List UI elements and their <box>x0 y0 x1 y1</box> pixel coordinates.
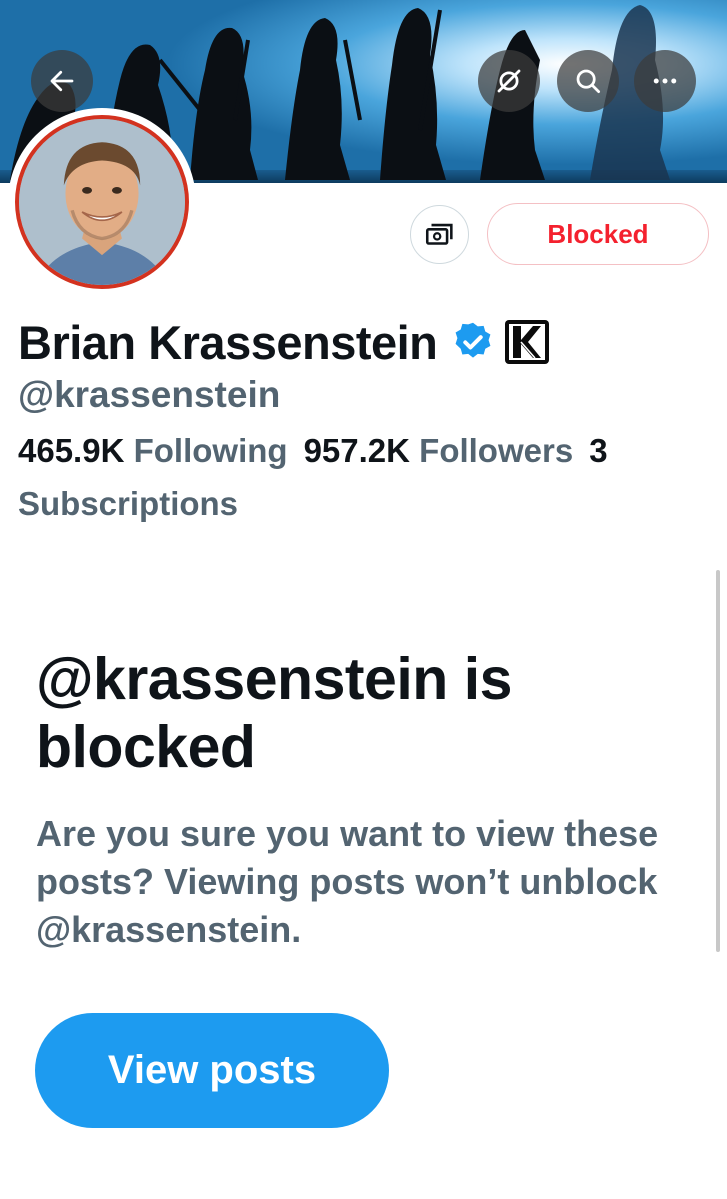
avatar[interactable] <box>15 115 189 289</box>
verified-badge-icon[interactable] <box>451 320 495 364</box>
subscriptions-label: Subscriptions <box>18 485 239 522</box>
search-icon <box>576 69 600 93</box>
money-icon <box>425 223 453 245</box>
back-button[interactable] <box>31 50 93 112</box>
view-posts-button[interactable]: View posts <box>35 1013 389 1128</box>
handle: @krassenstein <box>18 374 281 415</box>
display-name: Brian Krassenstein <box>18 315 438 369</box>
following-link[interactable]: 465.9K Following <box>18 432 288 469</box>
blocked-notice-message: Are you sure you want to view these post… <box>36 813 659 950</box>
following-label: Following <box>133 432 288 469</box>
followers-count: 957.2K <box>303 432 410 469</box>
more-horizontal-icon <box>653 78 677 84</box>
avatar-image <box>19 119 185 285</box>
search-button[interactable] <box>557 50 619 112</box>
blocked-button[interactable]: Blocked <box>487 203 709 265</box>
blocked-notice-title: @krassenstein is blocked <box>36 646 512 780</box>
name-row: Brian Krassenstein <box>18 312 551 372</box>
affiliate-badge-icon[interactable] <box>503 318 551 366</box>
grok-button[interactable] <box>478 50 540 112</box>
followers-label: Followers <box>419 432 574 469</box>
followers-link[interactable]: 957.2K Followers <box>304 432 574 469</box>
subscriptions-count: 3 <box>589 432 608 469</box>
following-count: 465.9K <box>18 432 125 469</box>
arrow-left-icon <box>50 70 74 92</box>
avatar-container[interactable] <box>8 108 196 296</box>
profile-stats: 465.9K Following 957.2K Followers 3 Subscr… <box>18 424 708 530</box>
subscribe-button[interactable] <box>410 205 469 264</box>
grok-icon <box>497 69 521 93</box>
more-options-button[interactable] <box>634 50 696 112</box>
scrollbar[interactable] <box>716 570 720 952</box>
